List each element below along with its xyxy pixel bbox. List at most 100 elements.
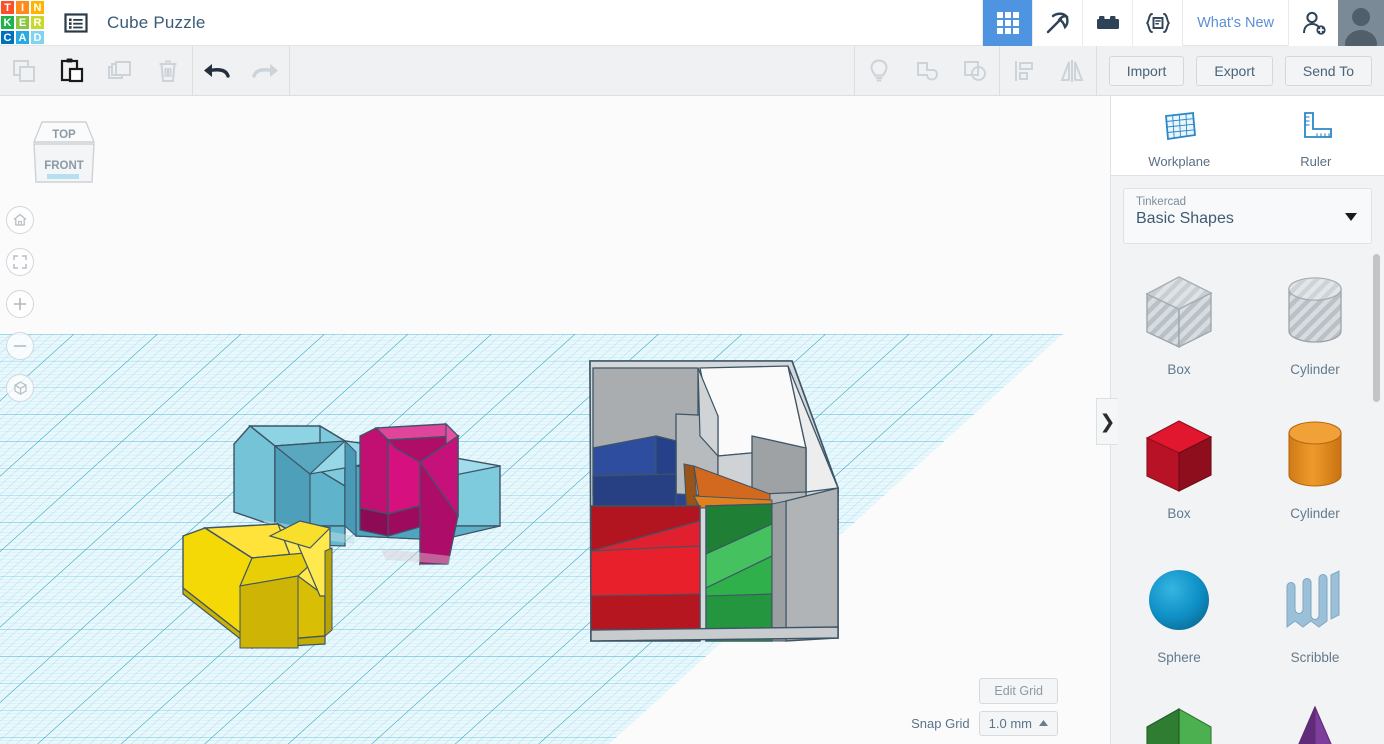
shape-cylinder-hole[interactable]: Cylinder — [1252, 258, 1378, 392]
shape-library-dropdown[interactable]: Tinkercad Basic Shapes — [1123, 188, 1372, 244]
export-button[interactable]: Export — [1196, 55, 1273, 86]
workplane-grid — [0, 334, 1064, 744]
box-red-icon — [1137, 408, 1221, 504]
whats-new-link[interactable]: What's New — [1182, 0, 1288, 46]
3d-scene[interactable] — [0, 96, 1110, 744]
logo-tile-i: I — [15, 0, 30, 15]
lego-brick-icon[interactable] — [1082, 0, 1133, 46]
chevron-down-icon — [1345, 213, 1357, 221]
group-icon[interactable] — [903, 46, 951, 95]
import-button[interactable]: Import — [1108, 55, 1185, 86]
logo-tile-a: A — [15, 30, 30, 45]
sphere-blue-icon — [1137, 552, 1221, 648]
workplane-grid-icon — [1159, 108, 1199, 149]
logo-tile-n: N — [30, 0, 45, 15]
snap-grid-label: Snap Grid — [911, 716, 970, 731]
pickaxe-icon[interactable] — [1032, 0, 1083, 46]
scribble-icon — [1273, 552, 1357, 648]
lightbulb-hint-icon[interactable] — [855, 46, 903, 95]
codeblocks-icon[interactable] — [1132, 0, 1183, 46]
panel-tools: Workplane Ruler — [1111, 96, 1384, 176]
fit-to-view-icon[interactable] — [6, 248, 34, 276]
copy-icon[interactable] — [0, 46, 48, 95]
logo-tile-c: C — [0, 30, 15, 45]
page-title: Cube Puzzle — [107, 12, 206, 32]
shape-row: Sphere Scribble — [1111, 542, 1384, 686]
snap-grid-row: Snap Grid 1.0 mm — [911, 711, 1058, 736]
ungroup-icon[interactable] — [951, 46, 999, 95]
viewcube-front-label: FRONT — [44, 160, 84, 172]
shape-cylinder-orange[interactable]: Cylinder — [1252, 402, 1378, 536]
edit-grid-button[interactable]: Edit Grid — [979, 678, 1058, 704]
logo-tile-k: K — [0, 15, 15, 30]
panel-collapse-toggle[interactable]: ❯ — [1096, 398, 1118, 445]
viewcube-top-label: TOP — [52, 129, 76, 141]
header-right-group: What's New — [982, 0, 1384, 46]
mirror-flip-icon[interactable] — [1048, 46, 1096, 95]
logo-tile-d: D — [30, 30, 45, 45]
shape-label: Box — [1167, 506, 1191, 521]
delete-trash-icon[interactable] — [144, 46, 192, 95]
avatar[interactable] — [1338, 0, 1384, 46]
ruler-tool-label: Ruler — [1300, 154, 1332, 169]
align-icon[interactable] — [1000, 46, 1048, 95]
ruler-tool[interactable]: Ruler — [1266, 108, 1366, 169]
navigation-controls — [6, 206, 46, 416]
tinkercad-app: TINKERCAD Cube Puzzle What's New Import … — [0, 0, 1384, 744]
shapes-panel: Workplane Ruler Tinkercad Basic Shapes B… — [1110, 96, 1384, 744]
shape-row: Roof Cone — [1111, 686, 1384, 744]
shape-sphere-blue[interactable]: Sphere — [1116, 546, 1242, 680]
home-view-icon[interactable] — [6, 206, 34, 234]
shape-roof-green[interactable]: Roof — [1116, 690, 1242, 744]
tinkercad-logo[interactable]: TINKERCAD — [0, 0, 45, 45]
cone-purple-icon — [1273, 696, 1357, 744]
box-hole-icon — [1137, 264, 1221, 360]
shape-row: Box Cylinder — [1111, 254, 1384, 398]
panel-scrollbar[interactable] — [1373, 254, 1380, 644]
cylinder-orange-icon — [1273, 408, 1357, 504]
zoom-in-icon[interactable] — [6, 290, 34, 318]
perspective-toggle-icon[interactable] — [6, 374, 34, 402]
shape-row: Box Cylinder — [1111, 398, 1384, 542]
paste-icon[interactable] — [48, 46, 96, 95]
shape-box-red[interactable]: Box — [1116, 402, 1242, 536]
shape-grid: Box Cylinder Box Cylinder Sphere Scribbl… — [1111, 248, 1384, 744]
shape-label: Sphere — [1157, 650, 1201, 665]
toolbar-divider — [1095, 46, 1097, 95]
send-to-button[interactable]: Send To — [1284, 55, 1372, 86]
logo-tile-r: R — [30, 15, 45, 30]
workplane-tool-label: Workplane — [1148, 154, 1211, 169]
snap-grid-value: 1.0 mm — [988, 716, 1032, 731]
logo-tile-e: E — [15, 15, 30, 30]
caret-up-icon — [1039, 720, 1048, 727]
shape-label: Cylinder — [1290, 506, 1340, 521]
whats-new-label: What's New — [1197, 14, 1274, 31]
shape-box-hole[interactable]: Box — [1116, 258, 1242, 392]
add-user-icon[interactable] — [1288, 0, 1338, 46]
3d-canvas[interactable]: TOP FRONT Edit Grid Snap Grid 1.0 mm — [0, 96, 1110, 744]
scrollbar-thumb[interactable] — [1373, 254, 1380, 402]
undo-arrow-icon[interactable] — [193, 46, 241, 95]
snap-grid-select[interactable]: 1.0 mm — [978, 711, 1058, 736]
shape-label: Box — [1167, 362, 1191, 377]
zoom-out-icon[interactable] — [6, 332, 34, 360]
redo-arrow-icon[interactable] — [241, 46, 289, 95]
main-toolbar: Import Export Send To — [0, 46, 1384, 96]
view-cube[interactable]: TOP FRONT — [20, 114, 106, 204]
design-grid-icon[interactable] — [982, 0, 1033, 46]
cylinder-hole-icon — [1273, 264, 1357, 360]
duplicate-icon[interactable] — [96, 46, 144, 95]
assembled-cube-group[interactable] — [589, 360, 839, 642]
grid-controls: Edit Grid Snap Grid 1.0 mm — [911, 678, 1058, 736]
workplane-tool[interactable]: Workplane — [1129, 108, 1229, 169]
logo-tile-t: T — [0, 0, 15, 15]
list-document-icon[interactable] — [61, 8, 91, 38]
shape-label: Scribble — [1290, 650, 1340, 665]
toolbar-divider — [289, 46, 290, 95]
roof-green-icon — [1137, 696, 1221, 744]
app-header: TINKERCAD Cube Puzzle What's New — [0, 0, 1384, 46]
shape-label: Cylinder — [1290, 362, 1340, 377]
library-source-label: Tinkercad — [1136, 196, 1187, 208]
shape-cone-purple[interactable]: Cone — [1252, 690, 1378, 744]
shape-scribble[interactable]: Scribble — [1252, 546, 1378, 680]
